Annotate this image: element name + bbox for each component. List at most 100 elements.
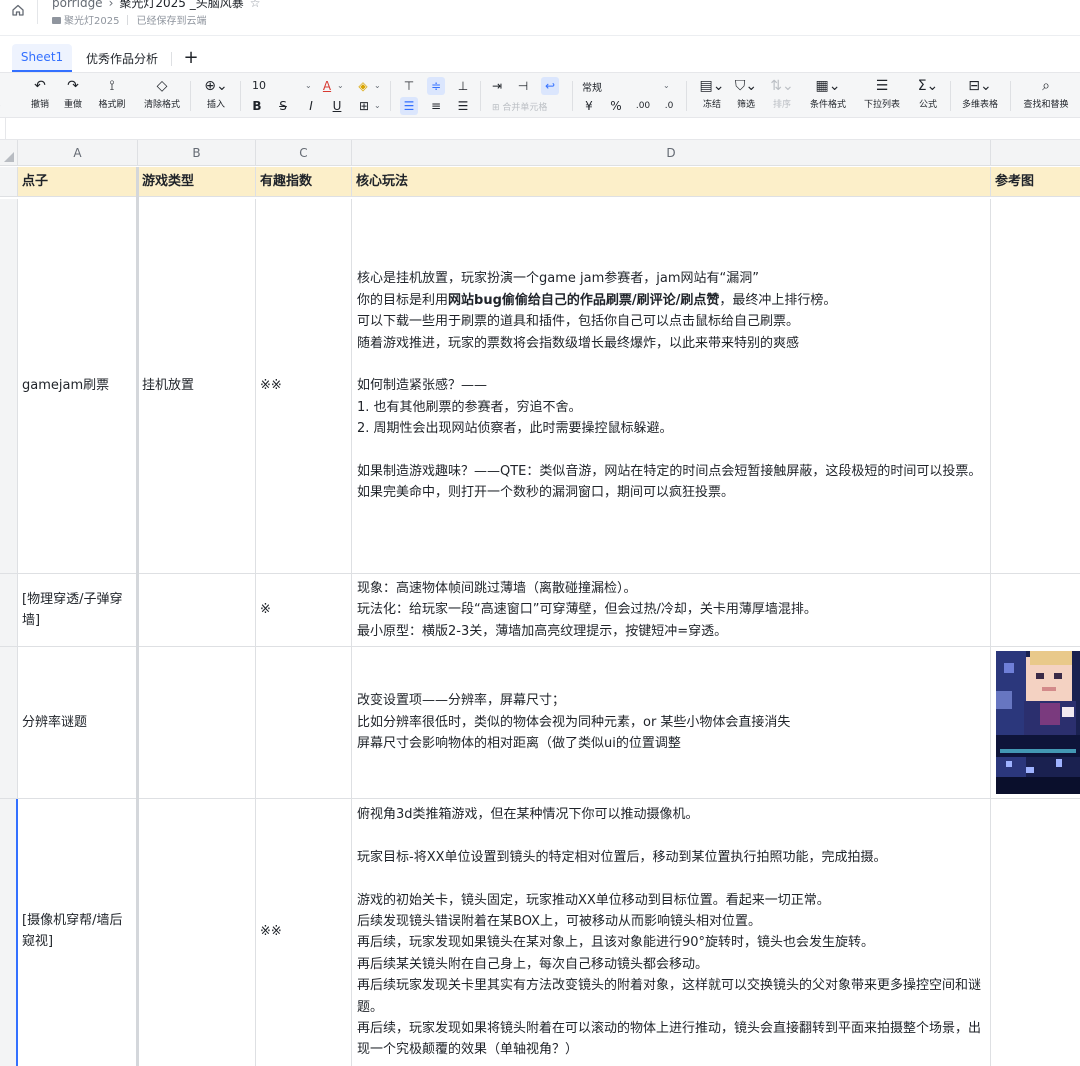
fun-cell[interactable] <box>256 647 352 799</box>
title-bar: porridge › 聚光灯2025 _头脑风暴 ☆ 聚光灯2025 已经保存到… <box>0 0 1080 36</box>
increase-decimal-icon[interactable]: .00 <box>634 97 652 115</box>
chevron-down-icon[interactable]: ⌄ <box>337 81 344 90</box>
chevron-down-icon[interactable]: ⌄ <box>305 81 312 90</box>
core-cell[interactable]: 改变设置项——分辨率，屏幕尺寸； 比如分辨率很低时，类似的物体会视为同种元素，o… <box>352 647 991 799</box>
reference-cell[interactable] <box>991 199 1080 574</box>
doc-title[interactable]: 聚光灯2025 _头脑风暴 <box>119 0 243 11</box>
fun-cell[interactable]: ※※ <box>256 199 352 574</box>
cut-off-tool[interactable]: ⌄ 单 <box>0 75 16 117</box>
folder-location[interactable]: 聚光灯2025 <box>52 12 119 27</box>
header-cell-type[interactable]: 游戏类型 <box>138 167 256 197</box>
filter-button[interactable]: ⛉⌄ 筛选 <box>726 75 766 117</box>
clear-format-button[interactable]: ◇ 清除格式 <box>142 75 182 117</box>
idea-cell[interactable]: 分辨率谜题 <box>18 647 138 799</box>
row-header[interactable] <box>0 167 18 197</box>
idea-cell[interactable]: [摄像机穿帮/墙后窥视] <box>18 799 138 1066</box>
sigma-icon: Σ⌄ <box>917 78 939 94</box>
strikethrough-button[interactable]: S <box>274 97 292 115</box>
overflow-icon[interactable]: ⇥ <box>488 77 506 95</box>
fun-cell[interactable]: ※※ <box>256 799 352 1066</box>
column-header-e[interactable] <box>991 140 1080 166</box>
core-line: 再后续玩家发现关卡里其实有方法改变镜头的附着对象，这样就可以交换镜头的父对象带来… <box>357 978 982 1015</box>
type-cell[interactable] <box>138 799 256 1066</box>
doc-owner[interactable]: porridge <box>52 0 103 10</box>
type-cell[interactable] <box>138 647 256 799</box>
divider <box>572 81 573 111</box>
pivot-button[interactable]: ⊟⌄ 多维表格 <box>960 75 1000 117</box>
idea-cell[interactable]: [物理穿透/子弹穿墙] <box>18 574 138 647</box>
tool-label: 筛选 <box>736 100 755 110</box>
merge-cells-button[interactable]: ⊞ 合并单元格 <box>492 100 547 113</box>
row-header[interactable] <box>0 647 18 799</box>
border-icon[interactable]: ⊞ <box>355 97 373 115</box>
type-cell[interactable]: 挂机放置 <box>138 199 256 574</box>
freeze-icon: ▤⌄ <box>699 78 725 94</box>
core-cell[interactable]: 俯视角3d类推箱游戏，但在某种情况下你可以推动摄像机。 玩家目标-将XX单位设置… <box>352 799 991 1066</box>
sort-button[interactable]: ⇅⌄ 排序 <box>762 75 802 117</box>
save-status: 已经保存到云端 <box>136 16 207 27</box>
currency-button[interactable]: ¥ <box>580 97 598 115</box>
fun-cell[interactable]: ※ <box>256 574 352 647</box>
divider <box>686 81 687 111</box>
redo-button[interactable]: ↷ 重做 <box>53 75 93 117</box>
star-icon[interactable]: ☆ <box>250 0 261 10</box>
header-cell-core[interactable]: 核心玩法 <box>352 167 991 197</box>
header-cell-reference[interactable]: 参考图 <box>991 167 1080 197</box>
freeze-line-vertical[interactable] <box>136 167 139 1066</box>
add-sheet-button[interactable]: + <box>180 44 202 70</box>
column-header-d[interactable]: D <box>352 140 991 166</box>
tool-label: 条件格式 <box>809 100 846 110</box>
reference-image[interactable] <box>996 651 1080 794</box>
column-header-b[interactable]: B <box>138 140 256 166</box>
divider <box>37 0 38 24</box>
align-top-icon[interactable]: ⊤ <box>400 77 418 95</box>
chevron-down-icon[interactable]: ⌄ <box>663 81 670 90</box>
bold-button[interactable]: B <box>248 97 266 115</box>
percent-button[interactable]: % <box>607 97 625 115</box>
divider <box>950 81 951 111</box>
find-replace-button[interactable]: ⌕ 查找和替换 <box>1024 75 1069 117</box>
tab-excellent-works[interactable]: 优秀作品分析 <box>76 44 168 72</box>
dropdown-list-button[interactable]: ☰ 下拉列表 <box>862 75 902 117</box>
idea-cell[interactable]: gamejam刷票 <box>18 199 138 574</box>
column-header-a[interactable]: A <box>18 140 138 166</box>
align-right-icon[interactable]: ☰ <box>454 97 472 115</box>
formula-button[interactable]: Σ⌄ 公式 <box>908 75 948 117</box>
column-header-c[interactable]: C <box>256 140 352 166</box>
underline-button[interactable]: U <box>328 97 346 115</box>
select-all-corner[interactable] <box>0 140 18 166</box>
reference-cell[interactable] <box>991 574 1080 647</box>
chevron-down-icon[interactable]: ⌄ <box>374 101 381 110</box>
clip-icon[interactable]: ⊣ <box>514 77 532 95</box>
wrap-text-icon[interactable]: ↩ <box>541 77 559 95</box>
font-color-button[interactable]: A <box>318 77 336 95</box>
format-painter-button[interactable]: ⟟ 格式刷 <box>92 75 132 117</box>
decrease-decimal-icon[interactable]: .0 <box>660 97 678 115</box>
align-left-icon[interactable]: ☰ <box>400 97 418 115</box>
tab-sheet1[interactable]: Sheet1 <box>12 44 72 72</box>
core-cell[interactable]: 核心是挂机放置，玩家扮演一个game jam参赛者，jam网站有“漏洞” 你的目… <box>352 199 991 574</box>
row-header[interactable] <box>0 199 18 574</box>
redo-icon: ↷ <box>67 78 79 94</box>
core-line <box>357 825 986 846</box>
type-cell[interactable] <box>138 574 256 647</box>
header-cell-idea[interactable]: 点子 <box>18 167 138 197</box>
fill-color-icon[interactable]: ◈ <box>354 77 372 95</box>
reference-cell[interactable] <box>991 799 1080 1066</box>
header-cell-fun[interactable]: 有趣指数 <box>256 167 352 197</box>
core-line: 再后续，玩家发现如果镜头在某对象上，且该对象能进行90°旋转时，镜头也会发生旋转… <box>357 935 875 951</box>
align-center-icon[interactable]: ≡ <box>427 97 445 115</box>
italic-button[interactable]: I <box>302 97 320 115</box>
home-icon[interactable] <box>6 0 30 20</box>
core-cell[interactable]: 现象：高速物体帧间跳过薄墙（离散碰撞漏检）。 玩法化：给玩家一段“高速窗口”可穿… <box>352 574 991 647</box>
chevron-down-icon[interactable]: ⌄ <box>374 81 381 90</box>
align-middle-icon[interactable]: ≑ <box>427 77 445 95</box>
number-format-select[interactable]: 常规 <box>582 79 602 94</box>
row-header[interactable] <box>0 574 18 647</box>
formula-bar[interactable] <box>0 118 1080 140</box>
insert-button[interactable]: ⊕⌄ 插入 <box>196 75 236 117</box>
font-size-select[interactable]: 10 <box>252 79 266 92</box>
row-header-selected[interactable] <box>0 799 18 1066</box>
align-bottom-icon[interactable]: ⊥ <box>454 77 472 95</box>
conditional-format-button[interactable]: ▦⌄ 条件格式 <box>808 75 848 117</box>
